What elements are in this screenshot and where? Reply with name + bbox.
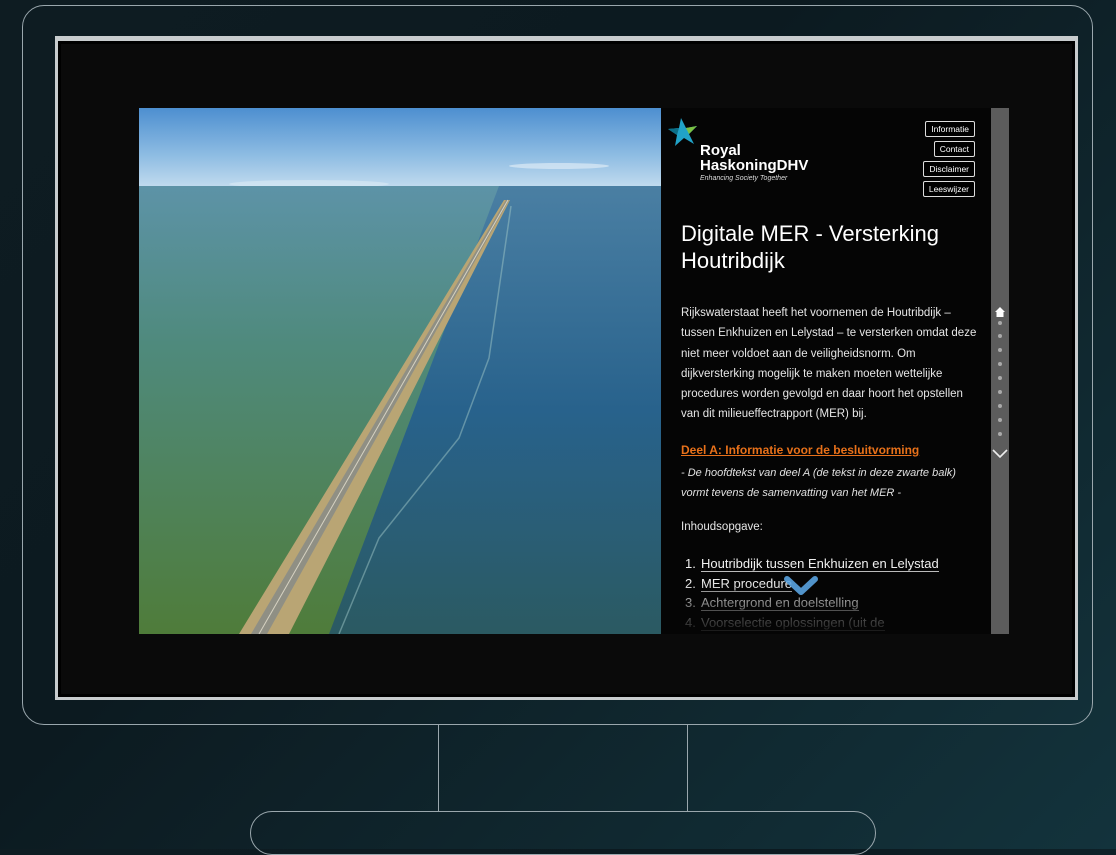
web-page: Royal HaskoningDHV Enhancing Society Tog…: [61, 44, 1072, 694]
top-nav: Informatie Contact Disclaimer Leeswijzer: [922, 121, 975, 197]
rail-dot[interactable]: [998, 390, 1002, 394]
toc-item-2[interactable]: 2. MER procedure: [685, 574, 985, 594]
toc-heading: Inhoudsopgave:: [681, 521, 763, 533]
chevron-down-icon: [992, 449, 1008, 459]
home-icon: [995, 307, 1005, 317]
nav-disclaimer-button[interactable]: Disclaimer: [923, 161, 975, 177]
logo-tagline: Enhancing Society Together: [700, 175, 788, 182]
logo-wordmark-haskoningdhv: HaskoningDHV: [700, 157, 809, 174]
toc-item-label: Houtribdijk tussen Enkhuizen en Lelystad: [701, 556, 939, 572]
rail-home-button[interactable]: [995, 304, 1005, 322]
part-a-note: - De hoofdtekst van deel A (de tekst in …: [681, 467, 956, 499]
toc-item-label: Achtergrond en doelstelling: [701, 595, 859, 611]
table-of-contents: 1. Houtribdijk tussen Enkhuizen en Lelyst…: [685, 554, 985, 632]
rail-next-button[interactable]: [992, 446, 1008, 464]
scroll-down-button[interactable]: [781, 574, 821, 603]
toc-item-number: 4.: [685, 614, 696, 630]
rail-dot[interactable]: [998, 432, 1002, 436]
rail-dot[interactable]: [998, 321, 1002, 325]
rail-dot[interactable]: [998, 376, 1002, 380]
monitor-stand-base: [250, 811, 876, 855]
rail-dot[interactable]: [998, 348, 1002, 352]
monitor-screen: Royal HaskoningDHV Enhancing Society Tog…: [55, 36, 1078, 700]
hero-image-houtribdijk: [139, 108, 661, 634]
toc-item-number: 2.: [685, 575, 696, 591]
rail-dot[interactable]: [998, 404, 1002, 408]
logo-wordmark-royal: Royal: [700, 142, 741, 159]
rail-dot[interactable]: [998, 334, 1002, 338]
section-rail: [991, 108, 1009, 634]
royal-haskoningdhv-logo[interactable]: Royal HaskoningDHV Enhancing Society Tog…: [667, 116, 808, 182]
toc-item-label: MER procedure: [701, 575, 793, 592]
nav-contact-button[interactable]: Contact: [933, 141, 975, 157]
nav-leeswijzer-button[interactable]: Leeswijzer: [922, 181, 975, 197]
toc-item-number: 3.: [685, 595, 696, 610]
info-panel: Royal HaskoningDHV Enhancing Society Tog…: [661, 108, 991, 634]
toc-item-number: 1.: [685, 556, 696, 571]
rail-dot[interactable]: [998, 362, 1002, 366]
toc-item-3[interactable]: 3. Achtergrond en doelstelling: [685, 593, 985, 613]
rail-dot[interactable]: [998, 418, 1002, 422]
page-title: Digitale MER - Versterking Houtribdijk: [681, 221, 939, 273]
part-a-link[interactable]: Deel A: Informatie voor de besluitvormin…: [681, 443, 919, 457]
toc-item-label: Voorselectie oplossingen (uit de: [701, 614, 885, 631]
toc-item-4[interactable]: 4. Voorselectie oplossingen (uit de: [685, 613, 985, 633]
intro-paragraph: Rijkswaterstaat heeft het voornemen de H…: [681, 307, 977, 421]
nav-informatie-button[interactable]: Informatie: [925, 121, 975, 137]
chevron-down-icon: [784, 576, 818, 595]
toc-item-1[interactable]: 1. Houtribdijk tussen Enkhuizen en Lelyst…: [685, 554, 985, 574]
monitor-stand-neck: [438, 725, 688, 811]
